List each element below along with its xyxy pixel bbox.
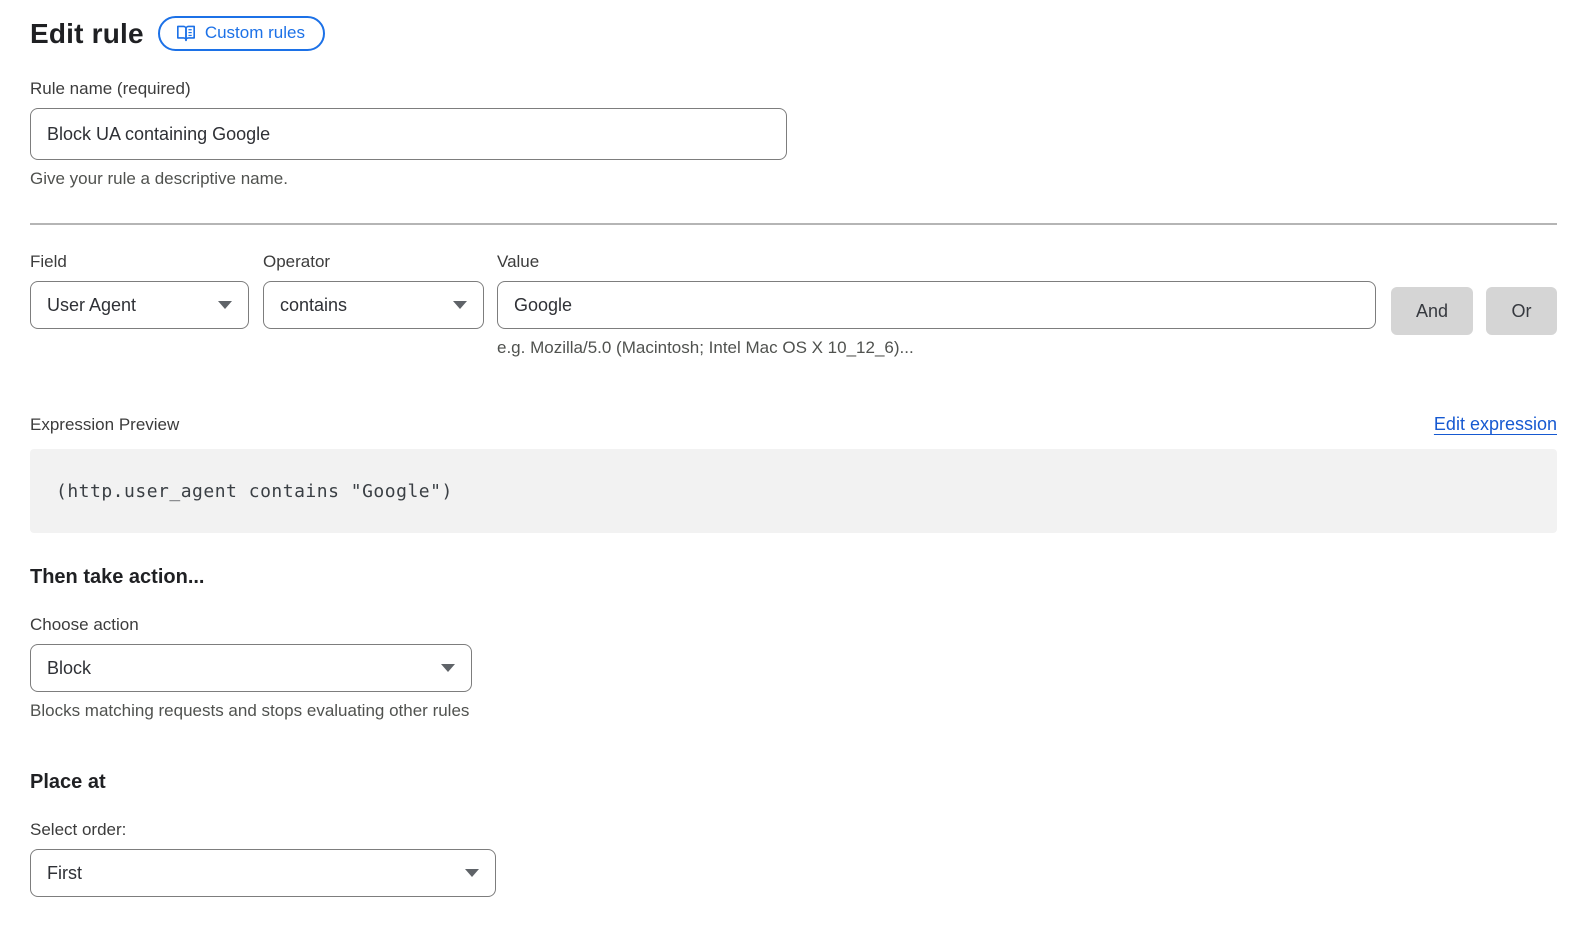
chevron-down-icon <box>453 301 467 309</box>
value-helper: e.g. Mozilla/5.0 (Macintosh; Intel Mac O… <box>497 338 1376 358</box>
page-header: Edit rule Custom rules <box>30 16 1557 51</box>
rule-name-input[interactable] <box>30 108 787 160</box>
chevron-down-icon <box>218 301 232 309</box>
chevron-down-icon <box>441 664 455 672</box>
field-select[interactable]: User Agent <box>30 281 249 329</box>
choose-action-label: Choose action <box>30 615 1557 635</box>
action-select[interactable]: Block <box>30 644 472 692</box>
action-select-value: Block <box>47 658 91 679</box>
value-input[interactable] <box>497 281 1376 329</box>
custom-rules-button[interactable]: Custom rules <box>158 16 325 51</box>
edit-expression-link[interactable]: Edit expression <box>1434 414 1557 435</box>
page-title: Edit rule <box>30 18 144 50</box>
operator-label: Operator <box>263 252 484 272</box>
rule-name-section: Rule name (required) Give your rule a de… <box>30 79 1557 189</box>
action-helper: Blocks matching requests and stops evalu… <box>30 701 1557 721</box>
field-label: Field <box>30 252 249 272</box>
chevron-down-icon <box>465 869 479 877</box>
expression-code: (http.user_agent contains "Google") <box>56 481 453 502</box>
value-label: Value <box>497 252 1376 272</box>
field-select-value: User Agent <box>47 295 136 316</box>
operator-select[interactable]: contains <box>263 281 484 329</box>
section-divider <box>30 223 1557 225</box>
operator-column: Operator contains <box>263 252 484 329</box>
or-button[interactable]: Or <box>1486 287 1557 335</box>
rule-name-helper: Give your rule a descriptive name. <box>30 169 1557 189</box>
action-section: Then take action... Choose action Block … <box>30 566 1557 721</box>
field-column: Field User Agent <box>30 252 249 329</box>
operator-select-value: contains <box>280 295 347 316</box>
expression-preview-box: (http.user_agent contains "Google") <box>30 449 1557 533</box>
order-select-value: First <box>47 863 82 884</box>
order-select[interactable]: First <box>30 849 496 897</box>
select-order-label: Select order: <box>30 820 1557 840</box>
edit-rule-page: Edit rule Custom rules Rule name (requir… <box>0 0 1587 897</box>
place-section: Place at Select order: First <box>30 771 1557 897</box>
place-heading: Place at <box>30 771 1557 794</box>
rule-name-label: Rule name (required) <box>30 79 1557 99</box>
and-button[interactable]: And <box>1391 287 1473 335</box>
custom-rules-button-label: Custom rules <box>205 23 305 43</box>
expression-header: Expression Preview Edit expression <box>30 414 1557 435</box>
value-column: Value e.g. Mozilla/5.0 (Macintosh; Intel… <box>497 252 1376 358</box>
book-icon <box>176 24 196 42</box>
condition-row: Field User Agent Operator contains Value… <box>30 252 1557 358</box>
action-heading: Then take action... <box>30 566 1557 589</box>
expression-preview-label: Expression Preview <box>30 415 179 435</box>
